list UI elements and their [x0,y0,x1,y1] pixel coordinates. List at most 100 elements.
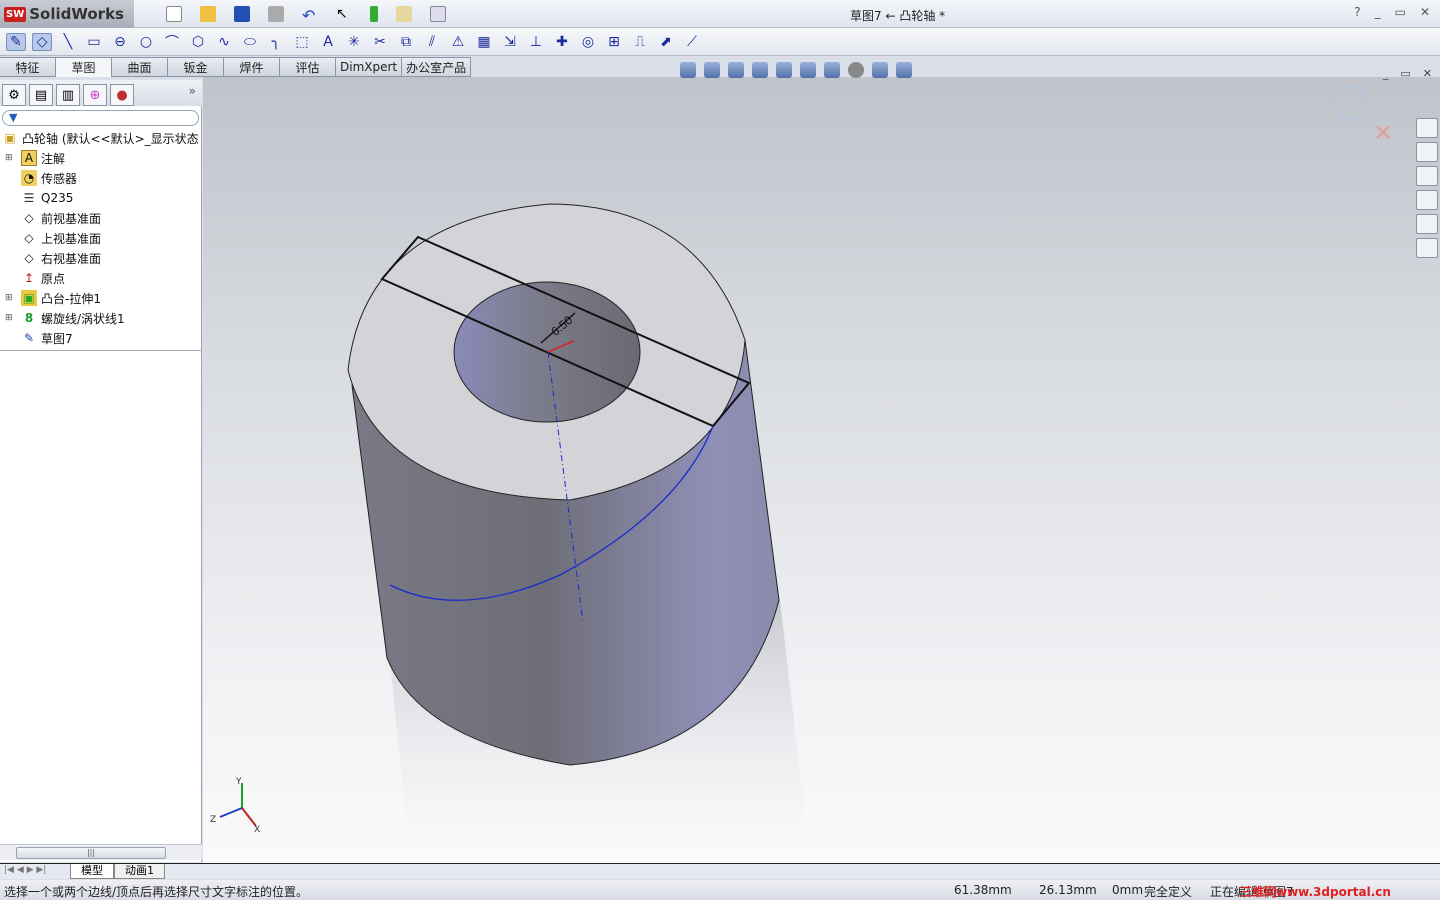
view-palette-icon[interactable] [1416,190,1438,210]
tree-item-annotations[interactable]: ⊞ A 注解 [0,148,202,168]
solidworks-resources-icon[interactable] [1416,118,1438,138]
point-icon[interactable]: ✳ [344,33,364,51]
view-orientation-icon[interactable] [776,62,792,78]
apply-scene-icon[interactable] [872,62,888,78]
tree-item-sketch7[interactable]: ✎ 草图7 [0,328,202,348]
tree-root[interactable]: ▣ 凸轮轴 (默认<<默认>_显示状态 [0,128,202,148]
tab-dimxpert[interactable]: DimXpert [336,57,403,77]
viewport-restore-button[interactable]: ▭ [1400,67,1410,80]
rapid-sketch-icon[interactable]: ⎍ [630,33,650,51]
tab-sheet-metal[interactable]: 钣金 [168,57,224,77]
convert-entities-icon[interactable]: ⧉ [396,33,416,51]
trim-icon[interactable]: ✂ [370,33,390,51]
smart-dimension-icon[interactable]: ◇ [32,32,52,51]
tree-item-boss-extrude[interactable]: ⊞ ▣ 凸台-拉伸1 [0,288,202,308]
tab-features[interactable]: 特征 [0,57,56,77]
tab-office-products[interactable]: 办公室产品 [402,57,472,77]
design-library-icon[interactable] [1416,142,1438,162]
print-icon[interactable] [268,6,284,22]
section-view-icon[interactable] [752,62,768,78]
view-settings-icon[interactable] [896,62,912,78]
rectangle-icon[interactable]: ▭ [84,33,104,51]
save-icon[interactable] [234,6,250,22]
zoom-to-area-icon[interactable] [704,62,720,78]
file-explorer-icon[interactable] [1416,166,1438,186]
expand-chevron-icon[interactable]: » [189,84,196,106]
expand-icon[interactable]: ⊞ [5,293,15,303]
offset-icon[interactable]: ⫽ [422,33,442,51]
tree-filter-input[interactable]: ▼ [2,110,199,126]
restore-button[interactable]: ▭ [1395,5,1406,19]
tree-item-helix[interactable]: ⊞ 8 螺旋线/涡状线1 [0,308,202,328]
hide-show-items-icon[interactable] [824,62,840,78]
tab-scroll-arrows-icon[interactable]: |◀ ◀ ▶ ▶| [4,865,46,875]
graphics-viewport[interactable]: 6.50 Y Z X ✕ _ ▭ ✕ [203,67,1440,863]
tab-animation1[interactable]: 动画1 [114,864,165,879]
expand-icon[interactable]: ⊞ [5,313,15,323]
file-properties-icon[interactable] [396,6,412,22]
confirm-corner-cancel-icon[interactable]: ✕ [1373,119,1393,147]
display-style-icon[interactable] [800,62,816,78]
rebuild-icon[interactable] [370,6,378,22]
new-file-icon[interactable] [166,6,182,22]
fillet-icon[interactable]: ╮ [266,33,286,51]
tree-item-front-plane[interactable]: ◇ 前视基准面 [0,208,202,228]
arc-icon[interactable]: ⌒ [162,33,182,51]
solidworks-logo[interactable]: SW SolidWorks [0,0,134,28]
tree-item-origin[interactable]: ↥ 原点 [0,268,202,288]
ellipse-icon[interactable]: ⬭ [240,33,260,51]
triad-z-label: Z [210,815,216,825]
sketch-icon[interactable]: ✎ [6,32,26,51]
tree-item-right-plane[interactable]: ◇ 右视基准面 [0,248,202,268]
plane-icon[interactable]: ⬚ [292,33,312,51]
linear-pattern-icon[interactable]: ▦ [474,33,494,51]
sketch-picture-icon[interactable]: ⬈ [656,33,676,51]
undo-icon[interactable]: ↶ [302,6,318,25]
spline-icon[interactable]: ∿ [214,33,234,51]
appearances-icon[interactable] [1416,214,1438,234]
tab-evaluate[interactable]: 评估 [280,57,336,77]
tab-model[interactable]: 模型 [70,864,114,879]
slot-icon[interactable]: ⊖ [110,33,130,51]
text-icon[interactable]: A [318,33,338,51]
scrollbar-thumb[interactable]: ||| [16,847,166,859]
display-manager-tab-icon[interactable]: ● [110,84,134,106]
previous-view-icon[interactable] [728,62,744,78]
zoom-to-fit-icon[interactable] [680,62,696,78]
confirm-corner-exit-sketch-icon[interactable] [1333,85,1369,121]
tree-item-material[interactable]: ☰ Q235 [0,188,202,208]
close-button[interactable]: ✕ [1420,5,1430,19]
tree-item-sensors[interactable]: ◔ 传感器 [0,168,202,188]
horizontal-scrollbar[interactable]: ||| [0,844,202,860]
dimxpert-manager-tab-icon[interactable]: ⊕ [83,84,107,106]
edit-appearance-icon[interactable] [848,62,864,78]
help-button[interactable]: ? [1354,5,1360,19]
circle-icon[interactable]: ○ [136,33,156,51]
viewport-minimize-button[interactable]: _ [1383,67,1389,80]
select-icon[interactable]: ↖ [336,6,352,22]
polygon-icon[interactable]: ⬡ [188,33,208,51]
custom-properties-icon[interactable] [1416,238,1438,258]
minimize-button[interactable]: _ [1375,5,1381,19]
split-icon[interactable]: ⟋ [682,33,702,51]
relations-icon[interactable]: ⊥ [526,33,546,51]
viewport-close-button[interactable]: ✕ [1423,67,1432,80]
open-file-icon[interactable] [200,6,216,22]
tab-surfaces[interactable]: 曲面 [112,57,168,77]
mirror-icon[interactable]: ⚠ [448,33,468,51]
repair-sketch-icon[interactable]: ✚ [552,33,572,51]
configuration-manager-tab-icon[interactable]: ▥ [56,84,80,106]
triad-y-label: Y [235,777,242,787]
instant2d-icon[interactable]: ⊞ [604,33,624,51]
feature-manager-tab-icon[interactable]: ⚙ [2,84,26,106]
options-icon[interactable] [430,6,446,22]
move-entities-icon[interactable]: ⇲ [500,33,520,51]
property-manager-tab-icon[interactable]: ▤ [29,84,53,106]
line-icon[interactable]: ╲ [58,33,78,51]
quick-access-toolbar: ↶ ↖ [160,6,458,25]
quick-snaps-icon[interactable]: ◎ [578,33,598,51]
tree-item-top-plane[interactable]: ◇ 上视基准面 [0,228,202,248]
tab-sketch[interactable]: 草图 [56,57,112,77]
expand-icon[interactable]: ⊞ [5,153,15,163]
tab-weldments[interactable]: 焊件 [224,57,280,77]
